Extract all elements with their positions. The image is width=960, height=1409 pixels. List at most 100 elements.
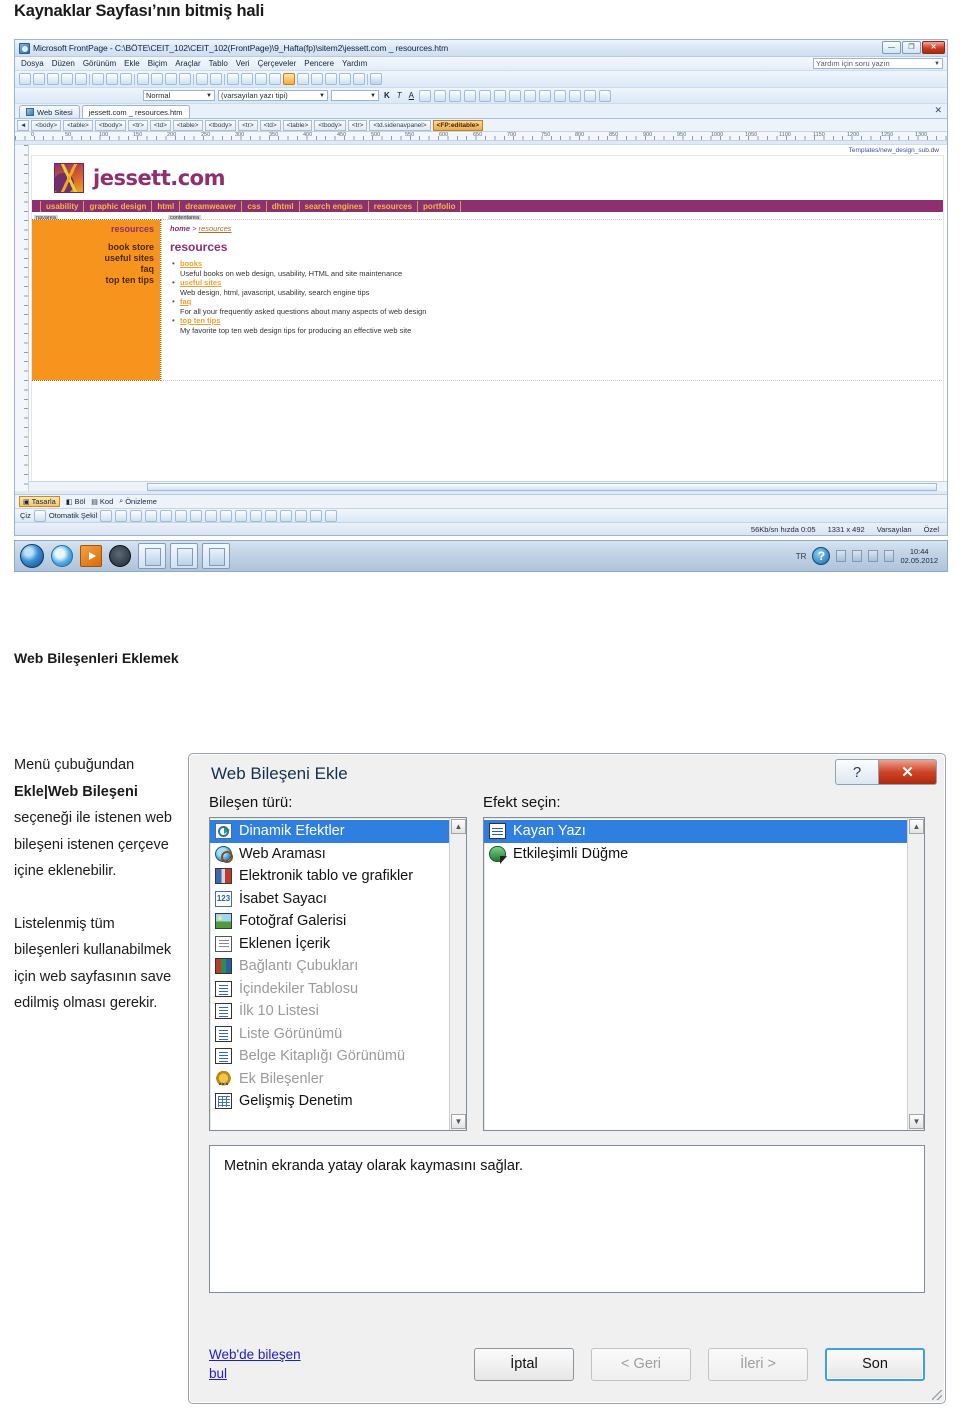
nav-search-engines[interactable]: search engines bbox=[300, 200, 369, 212]
list-item-web-aramasi[interactable]: Web Araması bbox=[210, 843, 466, 866]
cut-icon[interactable] bbox=[137, 73, 149, 85]
tag-fp-editable[interactable]: <FP:editable> bbox=[432, 119, 484, 131]
menu-item-pencere[interactable]: Pencere bbox=[304, 59, 334, 68]
find-component-on-web-link[interactable]: Web'de bileşen bul bbox=[209, 1345, 359, 1383]
bulleted-list-icon[interactable] bbox=[524, 89, 537, 102]
list-item-dinamik-efektler[interactable]: Dinamik Efektler bbox=[210, 820, 466, 843]
menu-item-tablo[interactable]: Tablo bbox=[209, 59, 228, 68]
scrollbar-thumb[interactable] bbox=[147, 482, 937, 491]
text-box-icon[interactable] bbox=[160, 509, 173, 522]
signal-icon[interactable] bbox=[852, 550, 863, 562]
maximize-button[interactable]: ❐ bbox=[902, 41, 921, 54]
sidenav-link-faq[interactable]: faq bbox=[32, 264, 155, 275]
rectangle-icon[interactable] bbox=[130, 509, 143, 522]
list-item-ilk-10-listesi[interactable]: İlk 10 Listesi bbox=[210, 1000, 466, 1023]
insert-layer-icon[interactable] bbox=[255, 73, 267, 85]
clip-art-icon[interactable] bbox=[190, 509, 203, 522]
frontpage-design-canvas[interactable]: Templates/new_design_sub.dw jessett.com … bbox=[15, 144, 947, 491]
copy-icon[interactable] bbox=[151, 73, 163, 85]
minimize-button[interactable]: — bbox=[882, 41, 901, 54]
sidenav-link-book-store[interactable]: book store bbox=[32, 242, 154, 253]
list-item-liste-gorunumu[interactable]: Liste Görünümü bbox=[210, 1023, 466, 1046]
list-item-icindekiler-tablosu[interactable]: İçindekiler Tablosu bbox=[210, 978, 466, 1001]
list-item-baglanti-cubuklari[interactable]: Bağlantı Çubukları bbox=[210, 955, 466, 978]
effect-scrollbar[interactable]: ▲ ▼ bbox=[907, 818, 924, 1130]
menu-item-yardim[interactable]: Yardım bbox=[342, 59, 367, 68]
canvas-horizontal-scrollbar[interactable] bbox=[29, 481, 947, 491]
help-icon[interactable] bbox=[370, 73, 382, 85]
tag-td-2[interactable]: <td> bbox=[259, 119, 281, 131]
insert-picture-file-icon[interactable] bbox=[205, 509, 218, 522]
start-button-icon[interactable] bbox=[20, 544, 44, 568]
network-icon[interactable] bbox=[836, 550, 847, 562]
menu-item-araclar[interactable]: Araçlar bbox=[175, 59, 200, 68]
new-page-icon[interactable] bbox=[19, 73, 31, 85]
view-tab-bol[interactable]: ◧ Böl bbox=[66, 497, 85, 506]
list-item-isabet-sayaci[interactable]: 123 İsabet Sayacı bbox=[210, 888, 466, 911]
numbered-list-icon[interactable] bbox=[509, 89, 522, 102]
help-button[interactable]: ? bbox=[835, 759, 879, 785]
back-button[interactable]: < Geri bbox=[591, 1347, 691, 1381]
font-size-combo[interactable]: ▼ bbox=[331, 90, 379, 101]
menu-item-ekle[interactable]: Ekle bbox=[124, 59, 140, 68]
oval-icon[interactable] bbox=[145, 509, 158, 522]
tag-tr[interactable]: <tr> bbox=[128, 119, 148, 131]
component-type-scrollbar[interactable]: ▲ ▼ bbox=[449, 818, 466, 1130]
scroll-down-icon[interactable]: ▼ bbox=[451, 1114, 466, 1129]
font-combo[interactable]: (varsayılan yazı tipi) ▼ bbox=[218, 90, 328, 101]
resource-link-faq[interactable]: faq bbox=[180, 297, 943, 307]
nav-dhtml[interactable]: dhtml bbox=[267, 200, 300, 212]
list-item-kayan-yazi[interactable]: Kayan Yazı bbox=[484, 820, 924, 843]
battery-icon[interactable] bbox=[884, 550, 895, 562]
list-item-eklenen-icerik[interactable]: Eklenen İçerik bbox=[210, 933, 466, 956]
dash-style-icon[interactable] bbox=[280, 509, 293, 522]
resource-link-useful-sites[interactable]: useful sites bbox=[180, 278, 943, 288]
component-type-listbox[interactable]: Dinamik Efektler Web Araması Elektronik … bbox=[209, 817, 467, 1131]
underline-button[interactable]: A bbox=[407, 91, 416, 100]
list-item-gelismis-denetim[interactable]: Gelişmiş Denetim bbox=[210, 1090, 466, 1113]
line-style-icon[interactable] bbox=[265, 509, 278, 522]
list-item-ek-bilesenler[interactable]: Ek Bileşenler bbox=[210, 1068, 466, 1091]
resource-link-top-ten-tips[interactable]: top ten tips bbox=[180, 316, 943, 326]
tag-td[interactable]: <td> bbox=[149, 119, 171, 131]
tag-tr-2[interactable]: <tr> bbox=[238, 119, 258, 131]
view-tab-kod[interactable]: ▤ Kod bbox=[91, 497, 113, 506]
open-icon[interactable] bbox=[33, 73, 45, 85]
borders-icon[interactable] bbox=[569, 89, 582, 102]
nav-resources[interactable]: resources bbox=[369, 200, 419, 212]
grow-font-icon[interactable] bbox=[479, 89, 492, 102]
sidenav-link-useful-sites[interactable]: useful sites bbox=[32, 253, 154, 264]
refresh-icon[interactable] bbox=[283, 73, 295, 85]
line-color-icon[interactable] bbox=[235, 509, 248, 522]
taskbar-item-explorer[interactable] bbox=[138, 543, 166, 569]
spelling-icon[interactable] bbox=[120, 73, 132, 85]
scroll-down-icon[interactable]: ▼ bbox=[909, 1114, 924, 1129]
view-tab-tasarla[interactable]: ▣ Tasarla bbox=[19, 496, 60, 507]
nav-usability[interactable]: usability bbox=[40, 200, 85, 212]
wordart-icon[interactable] bbox=[175, 509, 188, 522]
tag-td-sidenavpanel[interactable]: <td.sidenavpanel> bbox=[369, 119, 431, 131]
increase-indent-icon[interactable] bbox=[554, 89, 567, 102]
3d-style-icon[interactable] bbox=[325, 509, 338, 522]
autoshape-menu-label[interactable]: Otomatik Şekil bbox=[49, 511, 97, 520]
jessett-website-preview[interactable]: jessett.com usability graphic design htm… bbox=[31, 155, 944, 491]
italic-button[interactable]: T bbox=[395, 91, 404, 100]
publish-icon[interactable] bbox=[75, 73, 87, 85]
menu-item-veri[interactable]: Veri bbox=[236, 59, 250, 68]
close-button[interactable]: ✕ bbox=[922, 41, 945, 54]
tag-tbody-3[interactable]: <tbody> bbox=[314, 119, 346, 131]
tag-table-3[interactable]: <table> bbox=[282, 119, 313, 131]
arrow-icon[interactable] bbox=[115, 509, 128, 522]
hp-icon[interactable] bbox=[109, 545, 131, 567]
font-color-icon[interactable] bbox=[250, 509, 263, 522]
menu-item-cerceveler[interactable]: Çerçeveler bbox=[258, 59, 297, 68]
menu-item-bicim[interactable]: Biçim bbox=[148, 59, 168, 68]
close-tab-icon[interactable]: ✕ bbox=[934, 106, 942, 115]
tag-table[interactable]: <table> bbox=[63, 119, 93, 131]
list-item-fotograf-galerisi[interactable]: Fotoğraf Galerisi bbox=[210, 910, 466, 933]
tab-resources-htm[interactable]: jessett.com _ resources.htm bbox=[81, 105, 190, 118]
tag-scroll-left-icon[interactable]: ◄ bbox=[17, 119, 30, 131]
help-icon[interactable]: ? bbox=[812, 547, 831, 565]
align-justify-icon[interactable] bbox=[464, 89, 477, 102]
nav-dreamweaver[interactable]: dreamweaver bbox=[180, 200, 243, 212]
